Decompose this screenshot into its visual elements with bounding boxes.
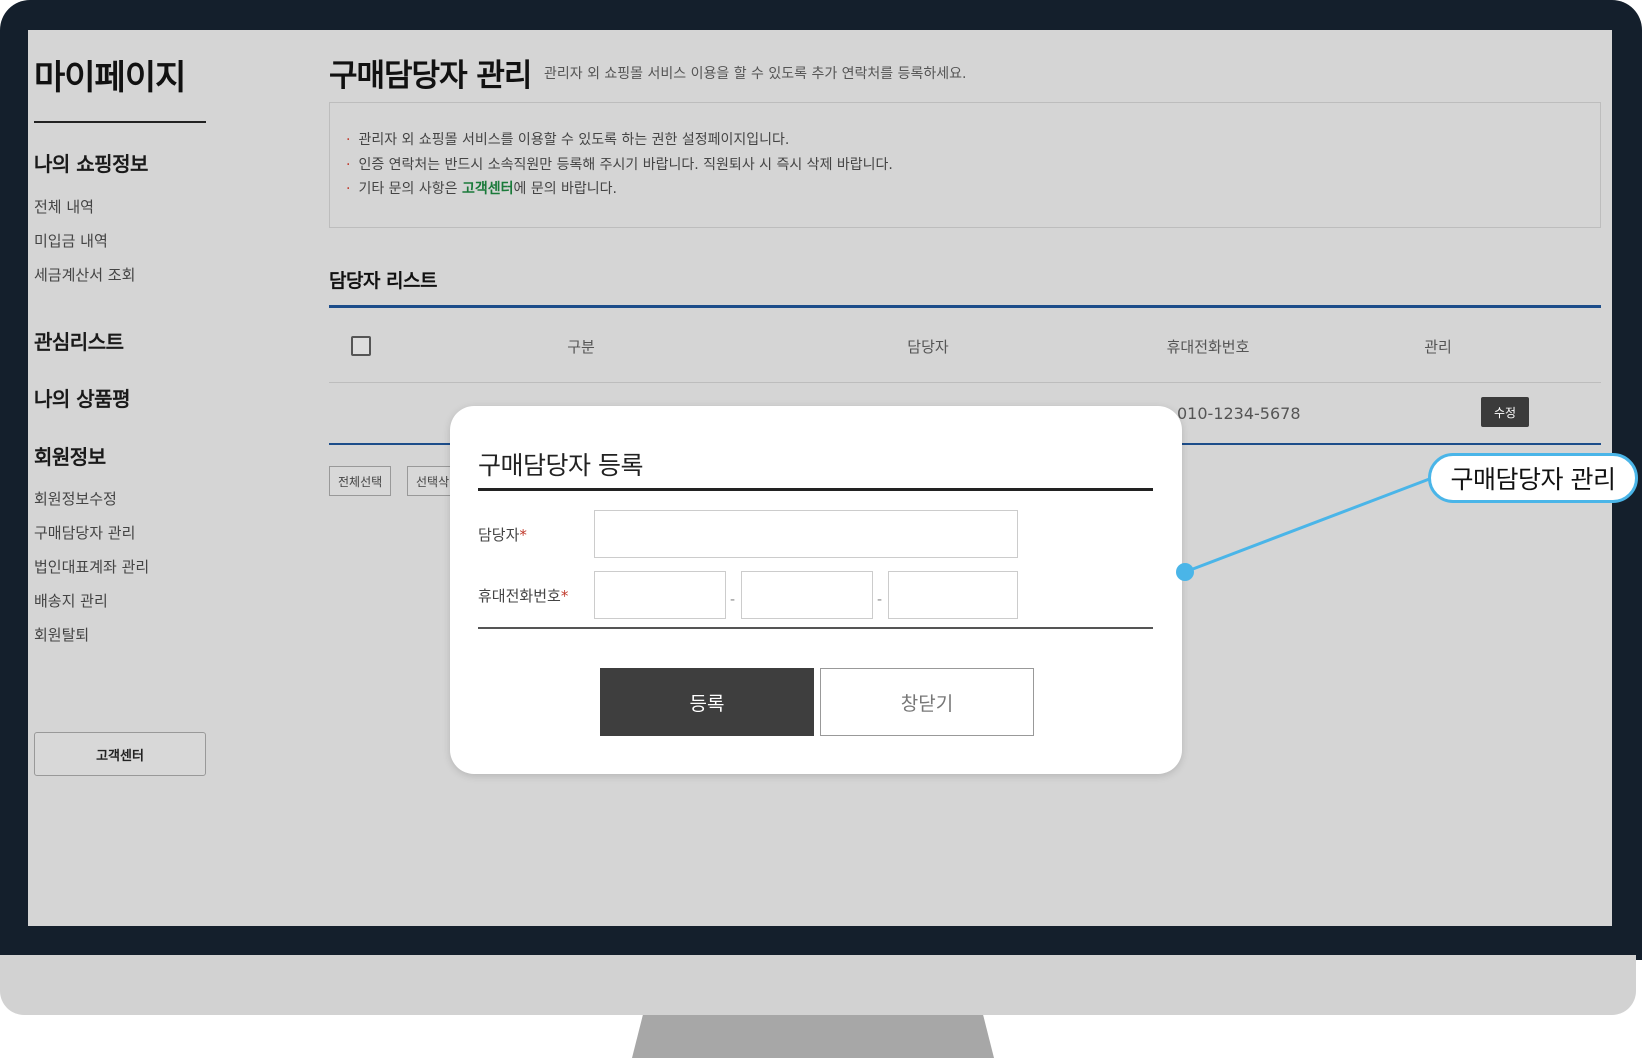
callout-label: 구매담당자 관리 <box>1428 453 1638 503</box>
callout-connector <box>1176 476 1433 581</box>
monitor-mockup: 마이페이지 나의 쇼핑정보 전체 내역 미입금 내역 세금계산서 조회 관심리스… <box>0 0 1642 1058</box>
callout-dot <box>1176 563 1194 581</box>
callout-line <box>1184 476 1433 574</box>
